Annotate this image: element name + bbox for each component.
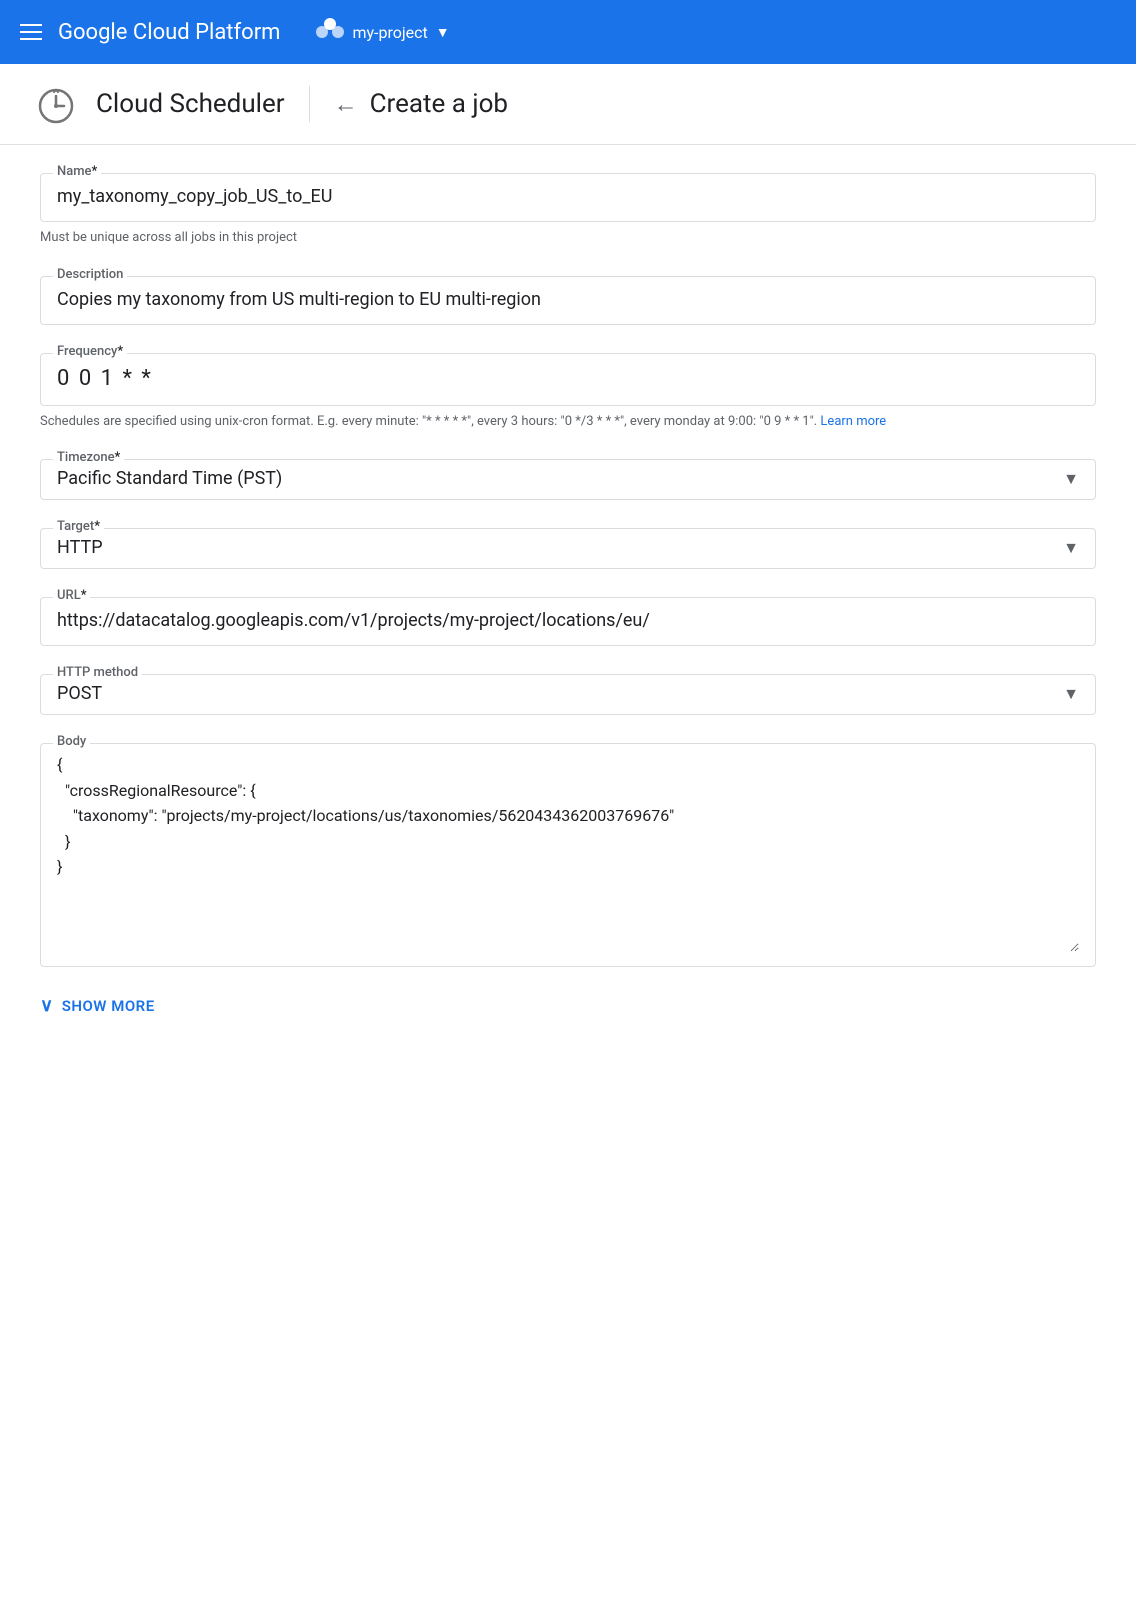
- frequency-hint: Schedules are specified using unix-cron …: [40, 412, 1096, 432]
- frequency-field-group: Frequency* Schedules are specified using…: [40, 353, 1096, 432]
- description-field-container: Description: [40, 276, 1096, 325]
- frequency-input[interactable]: [57, 362, 1079, 395]
- show-more-chevron-icon: ∨: [40, 995, 54, 1016]
- project-selector[interactable]: my-project ▼: [316, 18, 449, 46]
- sub-header: Cloud Scheduler ← Create a job: [0, 64, 1136, 145]
- target-value: HTTP: [57, 537, 1063, 558]
- project-dropdown-chevron: ▼: [436, 24, 450, 41]
- url-input[interactable]: [57, 606, 1079, 635]
- http-method-value: POST: [57, 683, 1063, 704]
- project-icon: [316, 18, 344, 46]
- frequency-field-container: Frequency*: [40, 353, 1096, 406]
- timezone-value: Pacific Standard Time (PST): [57, 468, 1063, 489]
- app-title: Google Cloud Platform: [58, 20, 280, 45]
- scheduler-icon: [32, 80, 80, 128]
- name-hint: Must be unique across all jobs in this p…: [40, 228, 1096, 248]
- show-more-label: SHOW MORE: [62, 997, 155, 1015]
- description-field-group: Description: [40, 276, 1096, 325]
- form-area: Name* Must be unique across all jobs in …: [0, 145, 1136, 1056]
- body-textarea[interactable]: { "crossRegionalResource": { "taxonomy":…: [57, 752, 1079, 952]
- target-select[interactable]: Target* HTTP ▼: [40, 528, 1096, 569]
- http-method-field-group: HTTP method POST ▼: [40, 674, 1096, 715]
- frequency-label: Frequency*: [53, 344, 127, 359]
- project-name: my-project: [352, 23, 427, 42]
- url-label: URL*: [53, 588, 90, 603]
- back-arrow-icon: ←: [334, 90, 358, 119]
- http-method-select[interactable]: HTTP method POST ▼: [40, 674, 1096, 715]
- http-method-dropdown-arrow[interactable]: ▼: [1063, 684, 1079, 704]
- learn-more-link[interactable]: Learn more: [820, 414, 886, 429]
- timezone-field-group: Timezone* Pacific Standard Time (PST) ▼: [40, 459, 1096, 500]
- url-field-container: URL*: [40, 597, 1096, 646]
- name-label: Name*: [53, 164, 101, 179]
- http-method-label: HTTP method: [53, 665, 142, 680]
- timezone-dropdown-arrow[interactable]: ▼: [1063, 469, 1079, 489]
- timezone-label: Timezone*: [53, 450, 124, 465]
- name-field-container: Name*: [40, 173, 1096, 222]
- show-more-button[interactable]: ∨ SHOW MORE: [40, 995, 1096, 1016]
- menu-icon[interactable]: [20, 24, 42, 40]
- top-navigation-bar: Google Cloud Platform my-project ▼: [0, 0, 1136, 64]
- description-input[interactable]: [57, 285, 1079, 314]
- url-field-group: URL*: [40, 597, 1096, 646]
- name-field-group: Name* Must be unique across all jobs in …: [40, 173, 1096, 248]
- target-label: Target*: [53, 519, 104, 534]
- target-dropdown-arrow[interactable]: ▼: [1063, 538, 1079, 558]
- timezone-select[interactable]: Timezone* Pacific Standard Time (PST) ▼: [40, 459, 1096, 500]
- description-label: Description: [53, 267, 127, 282]
- service-name: Cloud Scheduler: [96, 89, 285, 119]
- body-field-group: Body { "crossRegionalResource": { "taxon…: [40, 743, 1096, 967]
- page-title: Create a job: [370, 89, 508, 119]
- body-label: Body: [53, 734, 90, 749]
- body-field-container: Body { "crossRegionalResource": { "taxon…: [40, 743, 1096, 967]
- back-button[interactable]: ← Create a job: [334, 89, 508, 119]
- header-divider: [309, 86, 310, 122]
- name-input[interactable]: [57, 182, 1079, 211]
- target-field-group: Target* HTTP ▼: [40, 528, 1096, 569]
